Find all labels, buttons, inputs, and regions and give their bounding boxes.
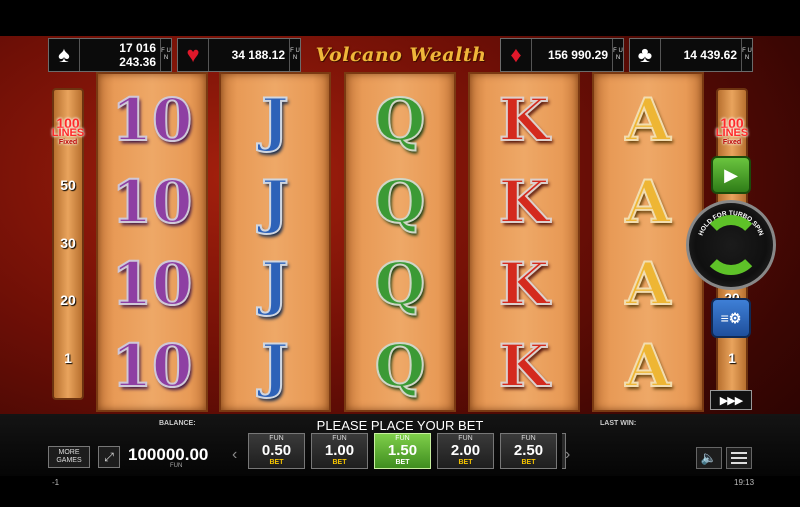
spin-label-ring: HOLD FOR TURBO SPIN xyxy=(698,210,765,237)
jackpot-unit: F U N xyxy=(160,39,171,71)
bet-option-1-00[interactable]: FUN 1.00 BET xyxy=(311,433,368,469)
menu-icon-bar xyxy=(731,462,747,464)
line-marker: 20 xyxy=(60,292,76,308)
lines-indicator-right: 100 LINES Fixed xyxy=(712,116,752,148)
line-marker: 1 xyxy=(64,350,72,366)
sound-button[interactable]: 🔈 xyxy=(696,447,722,469)
club-icon: ♣ xyxy=(630,39,661,71)
speaker-icon: 🔈 xyxy=(700,450,718,465)
heart-icon: ♥ xyxy=(178,39,209,71)
jackpot-heart: ♥ 34 188.12 F U N xyxy=(177,38,301,72)
settings-button[interactable]: ≡⚙ xyxy=(711,298,751,338)
symbol-10: 10 xyxy=(111,85,194,155)
bet-next-arrow[interactable]: › xyxy=(565,446,570,464)
bet-label: BET xyxy=(332,459,347,466)
reel-3: Q Q Q Q xyxy=(344,72,456,412)
jackpot-club-value: 14 439.62 xyxy=(683,48,737,62)
play-icon: ▶ xyxy=(724,164,738,185)
jackpot-club: ♣ 14 439.62 F U N xyxy=(629,38,753,72)
symbol-a: A xyxy=(624,167,671,237)
bet-prompt: PLEASE PLACE YOUR BET xyxy=(316,418,484,433)
status-left-value: -1 xyxy=(52,478,60,487)
bet-label: BET xyxy=(269,459,284,466)
menu-icon-bar xyxy=(731,452,747,454)
jackpot-unit: F U N xyxy=(741,39,752,71)
balance-value: 100000.00 xyxy=(128,445,209,464)
lines-mode: Fixed xyxy=(58,139,78,146)
jackpot-diamond-value: 156 990.29 xyxy=(547,48,608,62)
symbol-q: Q xyxy=(374,85,427,155)
balance-unit: FUN xyxy=(170,463,183,469)
symbol-k: K xyxy=(498,249,550,319)
bet-prev-arrow[interactable]: ‹ xyxy=(232,446,237,464)
reel-1: 10 10 10 10 xyxy=(96,72,208,412)
symbol-q: Q xyxy=(374,331,427,401)
symbol-a: A xyxy=(624,331,671,401)
jackpot-unit: F U N xyxy=(612,39,623,71)
bet-value: 1.00 xyxy=(324,442,355,459)
autoplay-button[interactable]: ▶▶▶ xyxy=(710,390,752,410)
symbol-j: J xyxy=(260,331,289,401)
bet-value: 1.50 xyxy=(387,442,418,459)
symbol-a: A xyxy=(624,85,671,155)
symbol-j: J xyxy=(260,85,289,155)
symbol-k: K xyxy=(498,167,550,237)
symbol-k: K xyxy=(498,85,550,155)
bet-value: 2.00 xyxy=(450,442,481,459)
symbol-j: J xyxy=(260,167,289,237)
reel-4: K K K K xyxy=(468,72,580,412)
spin-button[interactable]: HOLD FOR TURBO SPIN xyxy=(686,200,776,290)
diamond-icon: ♦ xyxy=(501,39,532,71)
bet-label: BET xyxy=(521,459,536,466)
jackpot-diamond: ♦ 156 990.29 F U N xyxy=(500,38,624,72)
more-games-button[interactable]: MORE GAMES xyxy=(48,446,90,468)
lines-mode: Fixed xyxy=(722,139,742,146)
balance-label: BALANCE: xyxy=(159,420,196,427)
lines-word: LINES xyxy=(51,127,85,139)
bet-value: 2.50 xyxy=(513,442,544,459)
line-marker: 50 xyxy=(60,177,76,193)
expand-icon: ⤢ xyxy=(104,449,114,464)
symbol-k: K xyxy=(498,331,550,401)
bet-option-2-00[interactable]: FUN 2.00 BET xyxy=(437,433,494,469)
symbol-j: J xyxy=(260,249,289,319)
jackpot-spade-value: 17 016 243.36 xyxy=(119,41,156,69)
line-marker: 30 xyxy=(60,235,76,251)
jackpot-unit: F U N xyxy=(289,39,300,71)
lines-indicator-left: 100 LINES Fixed xyxy=(48,116,88,148)
bet-option-0-50[interactable]: FUN 0.50 BET xyxy=(248,433,305,469)
menu-icon-bar xyxy=(731,457,747,459)
symbol-q: Q xyxy=(374,249,427,319)
start-autoplay-button[interactable]: ▶ xyxy=(711,156,751,194)
reel-2: J J J J xyxy=(219,72,331,412)
menu-button[interactable] xyxy=(726,447,752,469)
jackpot-heart-value: 34 188.12 xyxy=(231,48,285,62)
status-bar xyxy=(0,476,800,507)
fullscreen-button[interactable]: ⤢ xyxy=(98,446,120,468)
symbol-q: Q xyxy=(374,167,427,237)
bet-option-2-50[interactable]: FUN 2.50 BET xyxy=(500,433,557,469)
symbol-10: 10 xyxy=(111,249,194,319)
spin-label: HOLD FOR TURBO SPIN xyxy=(698,210,765,237)
lines-word: LINES xyxy=(715,127,749,139)
spade-icon: ♠ xyxy=(49,39,80,71)
clock: 19:13 xyxy=(734,478,755,487)
game-stage: ♠ 17 016 243.36 F U N ♥ 34 188.12 F U N … xyxy=(0,0,800,507)
game-logo: Volcano Wealth xyxy=(315,44,487,66)
bet-label: BET xyxy=(395,459,410,466)
jackpot-spade: ♠ 17 016 243.36 F U N xyxy=(48,38,172,72)
settings-gear-icon: ≡⚙ xyxy=(720,309,742,326)
svg-text:HOLD FOR TURBO SPIN: HOLD FOR TURBO SPIN xyxy=(698,210,765,237)
symbol-10: 10 xyxy=(111,331,194,401)
bet-option-1-50-selected[interactable]: FUN 1.50 BET xyxy=(374,433,431,469)
symbol-10: 10 xyxy=(111,167,194,237)
symbol-a: A xyxy=(624,249,671,319)
line-marker: 1 xyxy=(728,350,736,366)
bet-label: BET xyxy=(458,459,473,466)
top-black-bar xyxy=(0,0,800,36)
bet-value: 0.50 xyxy=(261,442,292,459)
last-win-label: LAST WIN: xyxy=(600,420,637,427)
